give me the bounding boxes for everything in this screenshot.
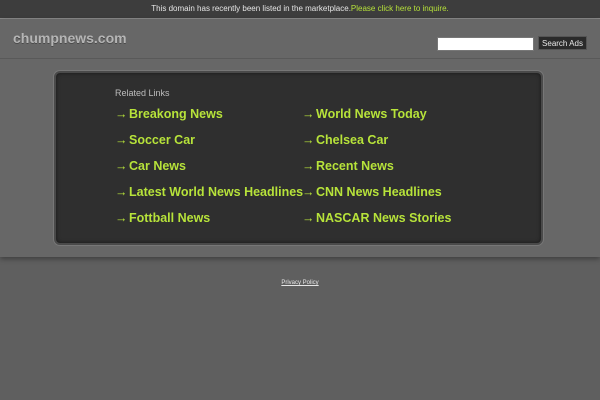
related-link-right-5[interactable]: → NASCAR News Stories [302,210,451,226]
arrow-right-icon: → [115,185,128,199]
related-link-label: Chelsea Car [316,133,389,147]
site-logo[interactable]: chumpnews.com [13,30,127,46]
arrow-right-icon: → [115,133,128,147]
arrow-right-icon: → [115,211,128,225]
related-link-label: Latest World News Headlines [129,185,304,199]
marketplace-notice-bar: This domain has recently been listed in … [0,0,600,19]
related-link-label: Soccer Car [129,133,196,147]
inquire-link[interactable]: Please click here to inquire. [351,4,449,13]
arrow-right-icon: → [302,211,315,225]
search-ads-button[interactable]: Search Ads [538,36,587,50]
related-link-right-4[interactable]: → CNN News Headlines [302,184,442,200]
related-link-label: Breakong News [129,107,223,121]
related-links-panel: Related Links → Breakong News → Soccer Car… [54,71,543,245]
related-link-left-2[interactable]: → Soccer Car [115,132,195,148]
related-link-label: Fottball News [129,211,211,225]
arrow-right-icon: → [115,159,128,173]
related-link-label: Car News [129,159,186,173]
page-footer: Privacy Policy [0,280,600,286]
marketplace-notice-text: This domain has recently been listed in … [151,4,351,13]
related-link-right-1[interactable]: → World News Today [302,106,427,122]
arrow-right-icon: → [115,107,128,121]
search-input[interactable] [437,37,534,51]
header-divider [0,58,600,59]
related-link-left-1[interactable]: → Breakong News [115,106,223,122]
related-link-right-3[interactable]: → Recent News [302,158,394,174]
arrow-right-icon: → [302,159,315,173]
arrow-right-icon: → [302,107,315,121]
related-link-left-3[interactable]: → Car News [115,158,186,174]
privacy-policy-link[interactable]: Privacy Policy [281,280,318,286]
related-links-heading: Related Links [115,88,170,98]
arrow-right-icon: → [302,185,315,199]
page-header: chumpnews.com Search Ads Related Links →… [0,19,600,257]
related-link-label: CNN News Headlines [316,185,442,199]
related-link-left-5[interactable]: → Fottball News [115,210,210,226]
related-link-label: NASCAR News Stories [316,211,452,225]
related-link-right-2[interactable]: → Chelsea Car [302,132,388,148]
related-link-label: World News Today [316,107,427,121]
related-link-left-4[interactable]: → Latest World News Headlines [115,184,303,200]
arrow-right-icon: → [302,133,315,147]
related-link-label: Recent News [316,159,394,173]
